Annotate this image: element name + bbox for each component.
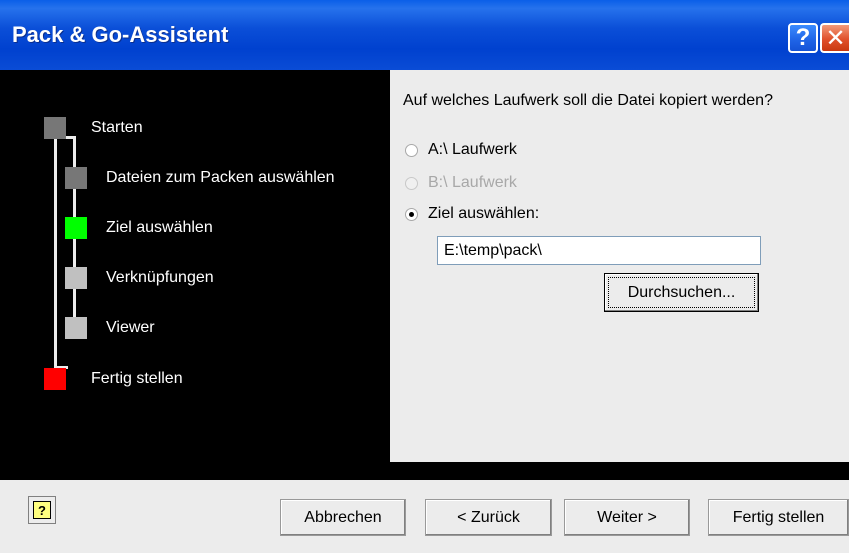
- step-indicator-starten: [44, 117, 66, 139]
- step-label-viewer: Viewer: [106, 319, 155, 336]
- help-button[interactable]: ?: [788, 23, 818, 53]
- help-button-small[interactable]: ?: [28, 496, 56, 524]
- step-label-verknuepfungen: Verknüpfungen: [106, 269, 214, 286]
- step-indicator-fertig: [44, 368, 66, 390]
- step-label-starten: Starten: [91, 119, 143, 136]
- radio-a[interactable]: [405, 143, 418, 157]
- radio-option-b-drive: B:\ Laufwerk: [405, 174, 517, 192]
- content-panel: Auf welches Laufwerk soll die Datei kopi…: [390, 70, 849, 462]
- browse-button-label: Durchsuchen...: [627, 283, 736, 301]
- help-icon: ?: [33, 501, 51, 519]
- target-path-input[interactable]: [437, 236, 761, 265]
- close-button[interactable]: ✕: [820, 23, 849, 53]
- step-connector-outer: [54, 136, 57, 369]
- button-bar: ? Abbrechen < Zurück Weiter > Fertig ste…: [0, 480, 849, 553]
- step-indicator-verknuepfungen: [65, 267, 87, 289]
- next-button-label: Weiter >: [597, 508, 657, 526]
- close-icon: ✕: [825, 24, 846, 52]
- browse-button[interactable]: Durchsuchen...: [604, 273, 759, 312]
- step-label-ziel: Ziel auswählen: [106, 219, 213, 236]
- step-indicator-dateien: [65, 167, 87, 189]
- back-button-label: < Zurück: [457, 508, 520, 526]
- step-indicator-viewer: [65, 317, 87, 339]
- wizard-steps-panel: Starten Dateien zum Packen auswählen Zie…: [0, 70, 390, 480]
- radio-label-a: A:\ Laufwerk: [428, 141, 517, 158]
- drive-question: Auf welches Laufwerk soll die Datei kopi…: [403, 92, 773, 109]
- question-icon: ?: [795, 24, 811, 51]
- panel-divider: [0, 462, 849, 480]
- radio-b: [405, 176, 418, 190]
- finish-button-label: Fertig stellen: [732, 508, 825, 526]
- finish-button[interactable]: Fertig stellen: [708, 499, 849, 536]
- step-label-fertig: Fertig stellen: [91, 370, 183, 387]
- window-title: Pack & Go-Assistent: [12, 22, 229, 47]
- back-button[interactable]: < Zurück: [425, 499, 552, 536]
- radio-target[interactable]: [405, 207, 418, 221]
- step-label-dateien: Dateien zum Packen auswählen: [106, 169, 335, 186]
- cancel-button-label: Abbrechen: [304, 508, 382, 526]
- step-indicator-ziel: [65, 217, 87, 239]
- title-bar: Pack & Go-Assistent ? ✕: [0, 0, 849, 70]
- cancel-button[interactable]: Abbrechen: [280, 499, 406, 536]
- radio-label-target: Ziel auswählen:: [428, 205, 540, 222]
- radio-option-target[interactable]: Ziel auswählen:: [405, 205, 539, 223]
- radio-option-a-drive[interactable]: A:\ Laufwerk: [405, 141, 517, 159]
- next-button[interactable]: Weiter >: [564, 499, 690, 536]
- radio-label-b: B:\ Laufwerk: [428, 174, 517, 191]
